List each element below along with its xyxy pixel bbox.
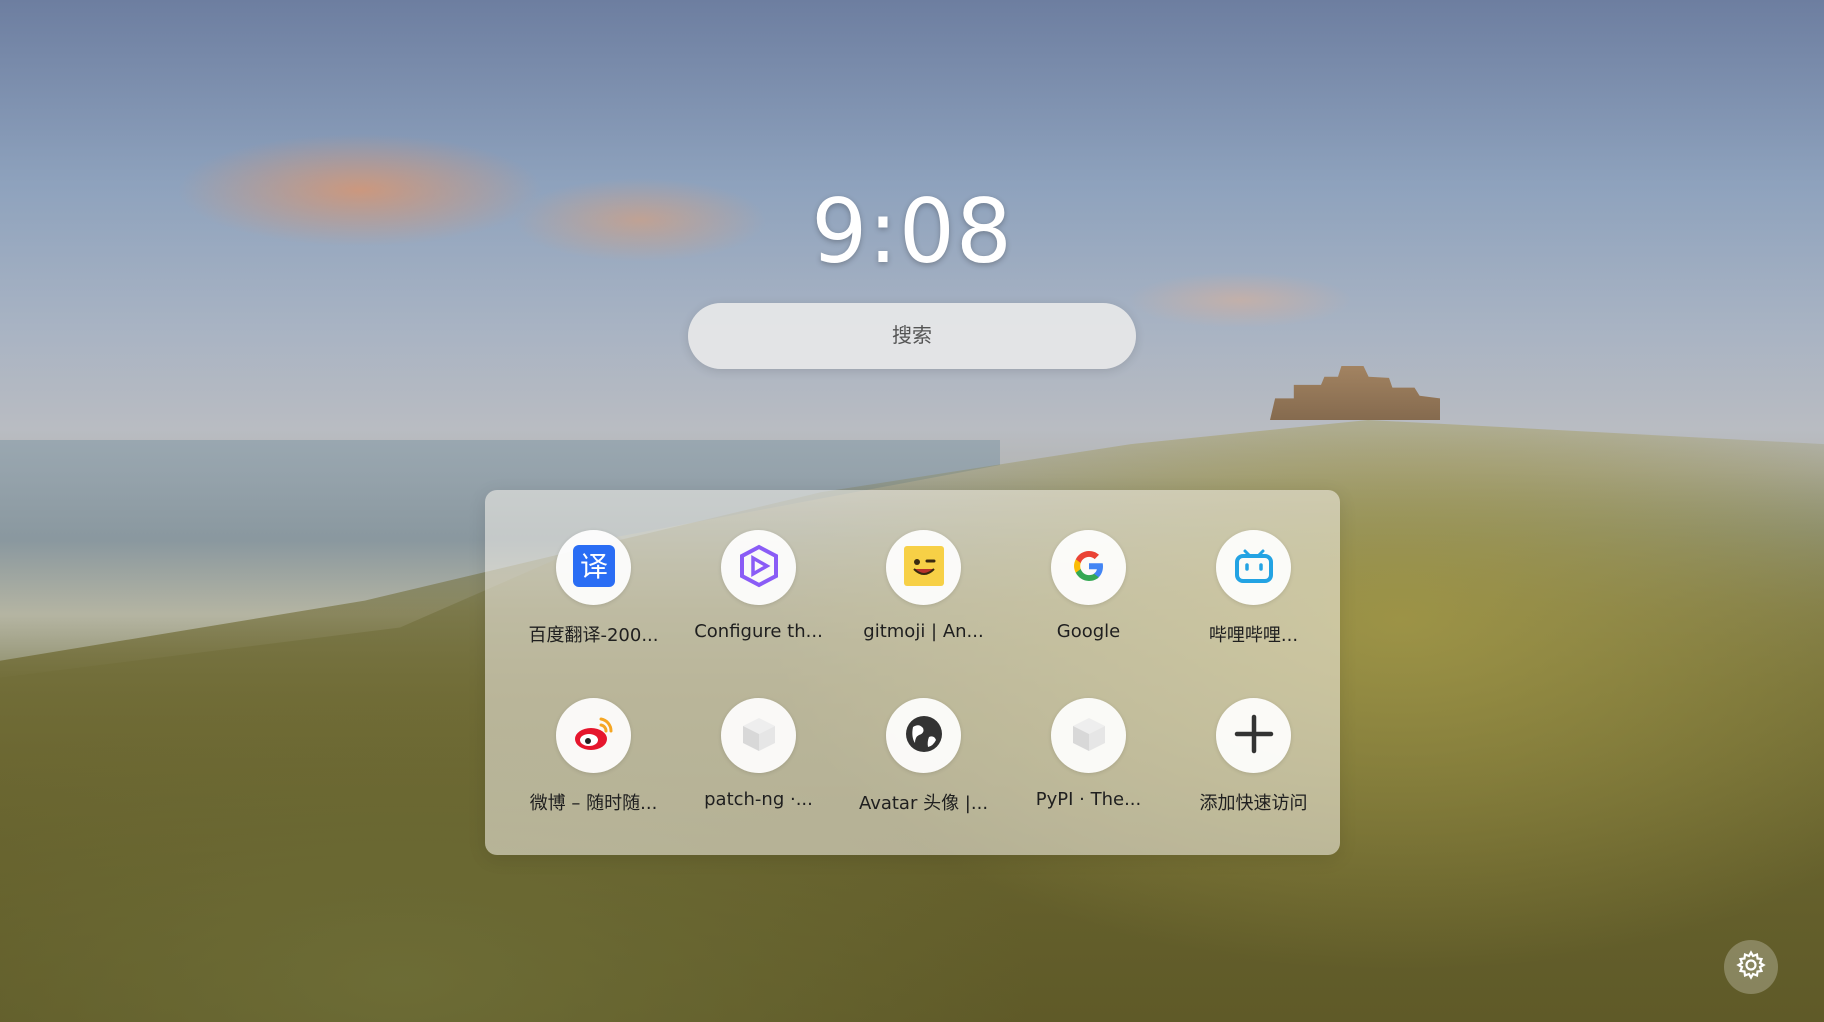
placeholder-cube-icon <box>1068 713 1110 759</box>
background-castle <box>1270 366 1440 420</box>
shortcut-baidu-translate[interactable]: 译 百度翻译-200... <box>511 530 676 680</box>
shortcut-label: Configure th... <box>694 621 823 642</box>
shortcut-label: patch-ng ·... <box>704 789 813 810</box>
plus-icon <box>1232 712 1276 760</box>
shortcut-icon-container <box>1051 698 1126 773</box>
placeholder-cube-icon <box>738 713 780 759</box>
shortcut-weibo[interactable]: 微博 – 随时随... <box>511 698 676 848</box>
shortcuts-panel: 译 百度翻译-200... Configure th... gitmoji | … <box>485 490 1340 855</box>
shortcut-patch-ng[interactable]: patch-ng ·... <box>676 698 841 848</box>
shortcut-avatar[interactable]: Avatar 头像 |... <box>841 698 1006 848</box>
add-shortcut-button[interactable]: 添加快速访问 <box>1171 698 1336 848</box>
shortcut-icon-container <box>721 530 796 605</box>
visual-studio-icon <box>737 544 781 592</box>
shortcut-icon-container <box>1216 530 1291 605</box>
shortcut-gitmoji[interactable]: gitmoji | An... <box>841 530 1006 680</box>
shortcut-icon-container <box>886 698 961 773</box>
baidu-translate-icon: 译 <box>571 543 617 593</box>
shortcut-pypi[interactable]: PyPI · The... <box>1006 698 1171 848</box>
shortcut-configure[interactable]: Configure th... <box>676 530 841 680</box>
shortcut-label: gitmoji | An... <box>863 621 984 642</box>
shortcut-label: Avatar 头像 |... <box>858 793 989 814</box>
gear-icon <box>1736 950 1766 984</box>
clock: 9:08 <box>811 180 1013 283</box>
globe-icon <box>903 713 945 759</box>
shortcut-label: Google <box>1056 621 1121 642</box>
shortcut-label: 添加快速访问 <box>1199 793 1308 814</box>
shortcut-label: 百度翻译-200... <box>528 625 659 646</box>
new-tab-page: 9:08 译 百度翻译-200... <box>0 0 1824 1022</box>
shortcut-label: 微博 – 随时随... <box>529 793 658 814</box>
settings-button[interactable] <box>1724 940 1778 994</box>
gitmoji-icon <box>901 543 947 593</box>
shortcut-label: PyPI · The... <box>1035 789 1142 810</box>
google-icon <box>1069 546 1109 590</box>
shortcut-icon-container <box>721 698 796 773</box>
weibo-icon <box>571 711 617 761</box>
svg-text:译: 译 <box>579 550 607 583</box>
shortcut-label: 哔哩哔哩... <box>1208 625 1299 646</box>
shortcut-icon-container <box>556 698 631 773</box>
shortcut-icon-container <box>1051 530 1126 605</box>
shortcut-icon-container <box>886 530 961 605</box>
shortcut-icon-container <box>1216 698 1291 773</box>
shortcut-bilibili[interactable]: 哔哩哔哩... <box>1171 530 1336 680</box>
bilibili-icon <box>1231 543 1277 593</box>
search-input[interactable] <box>688 303 1136 369</box>
shortcut-icon-container: 译 <box>556 530 631 605</box>
shortcut-google[interactable]: Google <box>1006 530 1171 680</box>
